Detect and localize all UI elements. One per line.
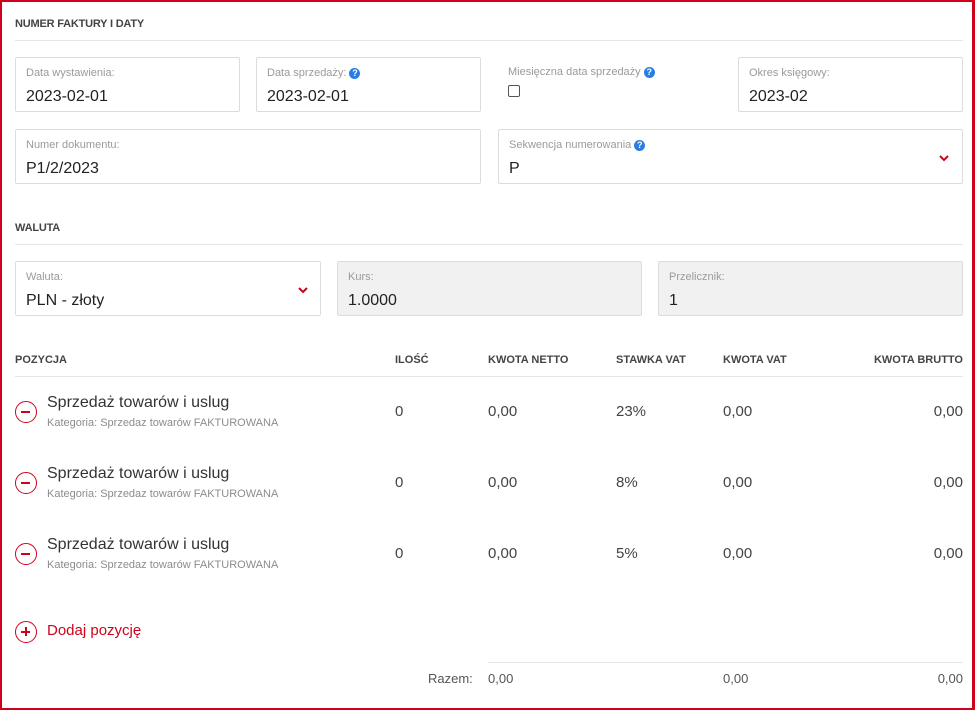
- row-net[interactable]: 0,00: [488, 403, 517, 420]
- issue-date-value: 2023-02-01: [26, 88, 108, 105]
- converter-value: 1: [669, 292, 678, 309]
- currency-label: Waluta:: [26, 271, 63, 283]
- column-header-vat-rate: STAWKA VAT: [616, 354, 686, 366]
- remove-row-icon[interactable]: [15, 472, 37, 494]
- help-icon[interactable]: ?: [634, 140, 646, 151]
- section-divider: [15, 244, 963, 245]
- row-name: Sprzedaż towarów i uslug: [47, 536, 230, 553]
- sale-date-label: Data sprzedaży:: [267, 67, 347, 79]
- row-net[interactable]: 0,00: [488, 474, 517, 491]
- section-divider: [15, 40, 963, 41]
- row-vat-amount: 0,00: [723, 545, 753, 562]
- row-category: Kategoria: Sprzedaz towarów FAKTUROWANA: [47, 559, 279, 571]
- numbering-sequence-select[interactable]: Sekwencja numerowania? P: [498, 129, 963, 184]
- sale-date-field[interactable]: Data sprzedaży:? 2023-02-01: [256, 57, 481, 112]
- column-header-net: KWOTA NETTO: [488, 354, 569, 366]
- row-name: Sprzedaż towarów i uslug: [47, 465, 230, 482]
- row-gross: 0,00: [933, 403, 963, 420]
- rate-field: Kurs: 1.0000: [337, 261, 642, 316]
- help-icon[interactable]: ?: [349, 68, 361, 79]
- remove-row-icon[interactable]: [15, 543, 37, 565]
- issue-date-label: Data wystawienia:: [26, 67, 115, 79]
- row-category: Kategoria: Sprzedaz towarów FAKTUROWANA: [47, 488, 279, 500]
- rate-label: Kurs:: [348, 271, 374, 283]
- sale-date-value: 2023-02-01: [267, 88, 349, 105]
- issue-date-field[interactable]: Data wystawienia: 2023-02-01: [15, 57, 240, 112]
- chevron-down-icon[interactable]: [296, 283, 310, 297]
- row-quantity[interactable]: 0: [395, 545, 403, 562]
- monthly-sale-date-label-wrap: Miesięczna data sprzedaży?: [508, 66, 655, 78]
- numbering-sequence-label: Sekwencja numerowania: [509, 139, 632, 151]
- currency-select[interactable]: Waluta: PLN - złoty: [15, 261, 321, 316]
- row-vat-rate[interactable]: 8%: [616, 474, 638, 491]
- totals-net: 0,00: [488, 671, 514, 686]
- row-vat-rate[interactable]: 5%: [616, 545, 638, 562]
- document-number-value: P1/2/2023: [26, 160, 99, 177]
- add-row-button[interactable]: Dodaj pozycję: [47, 622, 141, 639]
- document-number-field[interactable]: Numer dokumentu: P1/2/2023: [15, 129, 481, 184]
- chevron-down-icon[interactable]: [937, 151, 951, 165]
- help-icon[interactable]: ?: [643, 67, 655, 78]
- column-header-position: POZYCJA: [15, 354, 67, 366]
- accounting-period-value: 2023-02: [749, 88, 808, 105]
- add-row-icon[interactable]: [15, 621, 37, 643]
- accounting-period-label: Okres księgowy:: [749, 67, 830, 79]
- section-title-invoice: NUMER FAKTURY I DATY: [15, 18, 145, 30]
- row-gross: 0,00: [933, 545, 963, 562]
- numbering-sequence-value: P: [509, 160, 520, 177]
- table-header-divider: [15, 376, 963, 377]
- row-vat-amount: 0,00: [723, 403, 753, 420]
- row-category: Kategoria: Sprzedaz towarów FAKTUROWANA: [47, 417, 279, 429]
- section-title-currency: WALUTA: [15, 222, 61, 234]
- totals-label: Razem:: [428, 671, 473, 686]
- rate-value: 1.0000: [348, 292, 397, 309]
- row-quantity[interactable]: 0: [395, 474, 403, 491]
- row-gross: 0,00: [933, 474, 963, 491]
- row-quantity[interactable]: 0: [395, 403, 403, 420]
- converter-field: Przelicznik: 1: [658, 261, 963, 316]
- totals-vat-amount: 0,00: [723, 671, 749, 686]
- column-header-quantity: ILOŚĆ: [395, 354, 429, 366]
- monthly-sale-date-label: Miesięczna data sprzedaży: [508, 66, 641, 78]
- row-name: Sprzedaż towarów i uslug: [47, 394, 230, 411]
- column-header-gross: KWOTA BRUTTO: [873, 354, 963, 366]
- currency-value: PLN - złoty: [26, 292, 105, 309]
- document-number-label: Numer dokumentu:: [26, 139, 120, 151]
- row-vat-amount: 0,00: [723, 474, 753, 491]
- converter-label: Przelicznik:: [669, 271, 725, 283]
- row-net[interactable]: 0,00: [488, 545, 517, 562]
- row-vat-rate[interactable]: 23%: [616, 403, 646, 420]
- accounting-period-field[interactable]: Okres księgowy: 2023-02: [738, 57, 963, 112]
- monthly-sale-date-checkbox[interactable]: [508, 85, 520, 97]
- totals-divider: [488, 662, 963, 663]
- column-header-vat-amount: KWOTA VAT: [723, 354, 787, 366]
- remove-row-icon[interactable]: [15, 401, 37, 423]
- totals-gross: 0,00: [937, 671, 963, 686]
